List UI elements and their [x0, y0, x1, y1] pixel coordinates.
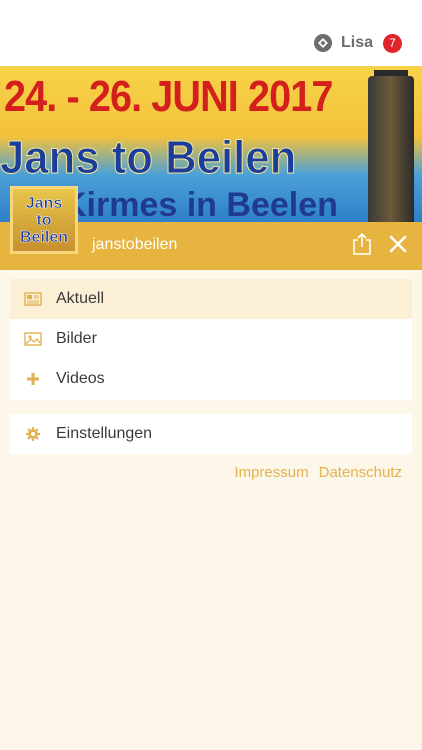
image-icon — [24, 332, 42, 346]
avatar[interactable]: Jans to Beilen — [10, 186, 78, 254]
banner-subtitle: Kirmes in Beelen — [62, 186, 338, 222]
avatar-line-1: Jans — [25, 195, 63, 213]
gear-icon — [26, 427, 40, 441]
banner-date: 24. - 26. JUNI 2017 — [4, 72, 333, 121]
lisa-logo-icon — [313, 34, 332, 52]
share-icon[interactable] — [352, 232, 372, 256]
menu-item-bilder[interactable]: Bilder — [10, 319, 412, 359]
main-menu: Aktuell Bilder Videos — [10, 279, 412, 400]
menu-label-aktuell: Aktuell — [56, 290, 105, 307]
settings-menu: Einstellungen — [10, 414, 412, 454]
avatar-line-2: to — [36, 212, 52, 230]
top-bar: Lisa 7 — [0, 0, 422, 66]
menu-label-einstellungen: Einstellungen — [56, 425, 153, 442]
avatar-line-3: Beilen — [19, 229, 69, 247]
profile-bar: Jans to Beilen janstobeilen — [0, 186, 422, 270]
user-name[interactable]: Lisa — [341, 34, 373, 52]
menu-item-videos[interactable]: Videos — [10, 359, 412, 399]
user-area[interactable]: Lisa 7 — [313, 33, 402, 53]
notification-badge[interactable]: 7 — [383, 33, 402, 53]
menu-label-bilder: Bilder — [56, 330, 97, 347]
plus-icon — [27, 373, 39, 385]
impressum-link[interactable]: Impressum — [234, 464, 308, 481]
datenschutz-link[interactable]: Datenschutz — [319, 464, 402, 481]
tower-graphic — [368, 76, 414, 222]
newspaper-icon — [24, 292, 42, 306]
menu-item-einstellungen[interactable]: Einstellungen — [10, 414, 412, 454]
profile-name[interactable]: janstobeilen — [92, 236, 177, 254]
menu-item-aktuell[interactable]: Aktuell — [10, 279, 412, 319]
footer-links: Impressum Datenschutz — [234, 464, 402, 481]
empty-content-area — [0, 490, 422, 750]
banner-title: Jans to Beilen — [0, 131, 297, 184]
menu-label-videos: Videos — [56, 370, 105, 387]
avatar-text: Jans to Beilen — [13, 195, 75, 247]
close-icon[interactable] — [388, 234, 408, 254]
